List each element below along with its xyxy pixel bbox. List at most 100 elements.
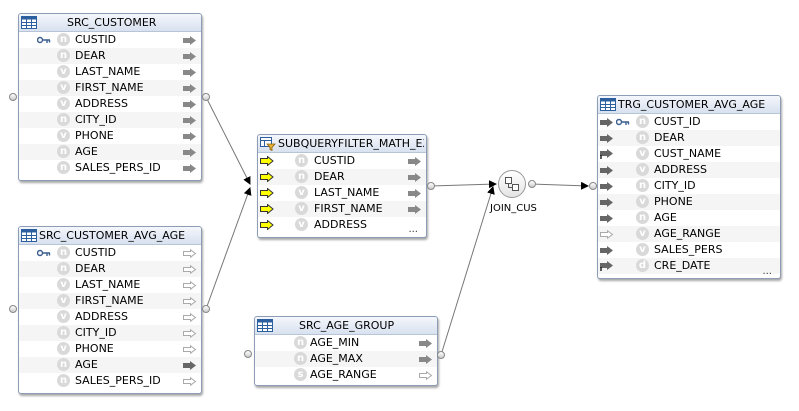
arrow-right-outline-icon [183,281,197,290]
number-type-icon: n [57,262,70,275]
column-row[interactable]: n CITY_ID [598,178,780,194]
table-icon [21,229,37,242]
input-port[interactable] [244,350,252,358]
column-row[interactable]: n AGE [598,210,780,226]
arrow-right-icon [183,361,196,370]
column-row[interactable]: v LAST_NAME [19,64,201,80]
node-header[interactable]: SRC_CUSTOMER_AVG_AGE [19,227,201,245]
node-header[interactable]: SRC_CUSTOMER [19,14,201,32]
node-title: SUBQUERYFILTER_MATH_EX [278,137,424,150]
column-row[interactable]: n AGE [19,357,201,373]
column-row[interactable]: v FIRST_NAME [19,293,201,309]
subquery-filter-node[interactable]: SUBQUERYFILTER_MATH_EX n CUSTID n DEAR v… [257,134,427,238]
column-name: SALES_PERS_ID [75,374,161,387]
column-row[interactable]: n AGE_MAX [255,351,437,367]
more-columns-indicator[interactable]: ... [408,224,418,235]
column-name: ADDRESS [314,218,368,231]
arrow-right-icon [419,355,432,364]
output-port[interactable] [202,93,210,101]
column-row[interactable]: v PHONE [598,194,780,210]
node-title: TRG_CUSTOMER_AVG_AGE [618,98,766,111]
column-row[interactable]: n DEAR [258,169,426,185]
column-row[interactable]: n CUST_ID [598,114,780,130]
column-name: LAST_NAME [75,65,141,78]
column-row[interactable]: v LAST_NAME [19,277,201,293]
arrow-right-icon [408,157,421,166]
column-name: CUSTID [75,33,117,46]
column-row[interactable]: v FIRST_NAME [258,201,426,217]
join-node[interactable] [498,170,526,198]
output-port[interactable] [437,351,445,359]
node-title: SRC_AGE_GROUP [299,319,395,332]
node-header[interactable]: SUBQUERYFILTER_MATH_EX [258,135,426,153]
column-row[interactable]: v SALES_PERS [598,242,780,258]
column-row[interactable]: v ADDRESS [19,96,201,112]
column-row[interactable]: n SALES_PERS_ID [19,373,201,389]
number-type-icon: n [295,170,308,183]
src-customer-node[interactable]: SRC_CUSTOMER n CUSTID n DEAR v LAST_NAME… [18,13,202,181]
column-row[interactable]: n DEAR [598,130,780,146]
column-row[interactable]: n CUSTID [19,245,201,261]
column-row[interactable]: n CUSTID [258,153,426,169]
column-name: PHONE [75,129,114,142]
column-row[interactable]: n AGE [19,144,201,160]
output-port[interactable] [427,182,435,190]
output-port[interactable] [202,305,210,313]
column-row[interactable]: v FIRST_NAME [19,80,201,96]
input-port[interactable] [9,305,17,313]
output-port[interactable] [528,180,536,188]
column-row[interactable]: n CUSTID [19,32,201,48]
column-row[interactable]: n CITY_ID [19,325,201,341]
src-customer-avg-age-node[interactable]: SRC_CUSTOMER_AVG_AGE n CUSTID n DEAR v L… [18,226,202,394]
column-row[interactable]: v ADDRESS [19,309,201,325]
column-row[interactable]: n CITY_ID [19,112,201,128]
column-name: CUST_ID [654,115,701,128]
column-name: PHONE [75,342,114,355]
varchar-type-icon: v [636,195,649,208]
varchar-type-icon: v [57,310,70,323]
column-row[interactable]: s AGE_RANGE [255,367,437,383]
column-row[interactable]: v PHONE [19,341,201,357]
src-age-group-node[interactable]: SRC_AGE_GROUP n AGE_MIN n AGE_MAX s AGE_… [254,316,438,386]
number-type-icon: n [636,131,649,144]
arrow-right-icon [419,339,432,348]
column-row[interactable]: v CUST_NAME [598,146,780,162]
column-name: FIRST_NAME [314,202,383,215]
more-columns-indicator[interactable]: ... [762,266,772,277]
column-row[interactable]: n DEAR [19,261,201,277]
arrow-right-outline-icon [183,297,197,306]
column-name: ADDRESS [654,163,708,176]
arrow-right-icon [600,246,613,255]
column-row[interactable]: v ADDRESS [258,217,426,233]
input-port[interactable] [9,93,17,101]
column-row[interactable]: n AGE_MIN [255,335,437,351]
column-row[interactable]: v AGE_RANGE [598,226,780,242]
column-row[interactable]: n DEAR [19,48,201,64]
key-icon [37,249,51,257]
varchar-type-icon: v [57,294,70,307]
wire-filter-to-join [430,180,497,189]
column-name: CRE_DATE [654,259,711,272]
column-row[interactable]: d CRE_DATE [598,258,780,274]
trg-customer-avg-age-node[interactable]: TRG_CUSTOMER_AVG_AGE n CUST_ID n DEAR v … [597,95,781,279]
node-header[interactable]: SRC_AGE_GROUP [255,317,437,335]
input-port[interactable] [589,182,597,190]
column-row[interactable]: v ADDRESS [598,162,780,178]
column-row[interactable]: v PHONE [19,128,201,144]
arrow-right-outline-icon [183,345,197,354]
column-name: DEAR [75,262,106,275]
input-arrow-icon [260,188,274,198]
input-arrow-icon [260,220,274,230]
number-type-icon: n [295,154,308,167]
node-header[interactable]: TRG_CUSTOMER_AVG_AGE [598,96,780,114]
key-icon [37,36,51,44]
number-type-icon: n [57,358,70,371]
arrow-right-icon [600,182,613,191]
arrow-right-icon [183,116,196,125]
column-name: LAST_NAME [75,278,141,291]
column-row[interactable]: n SALES_PERS_ID [19,160,201,176]
join-label: JOIN_CUS [490,203,537,214]
column-row[interactable]: v LAST_NAME [258,185,426,201]
arrow-right-icon [600,198,613,207]
number-type-icon: n [294,336,307,349]
